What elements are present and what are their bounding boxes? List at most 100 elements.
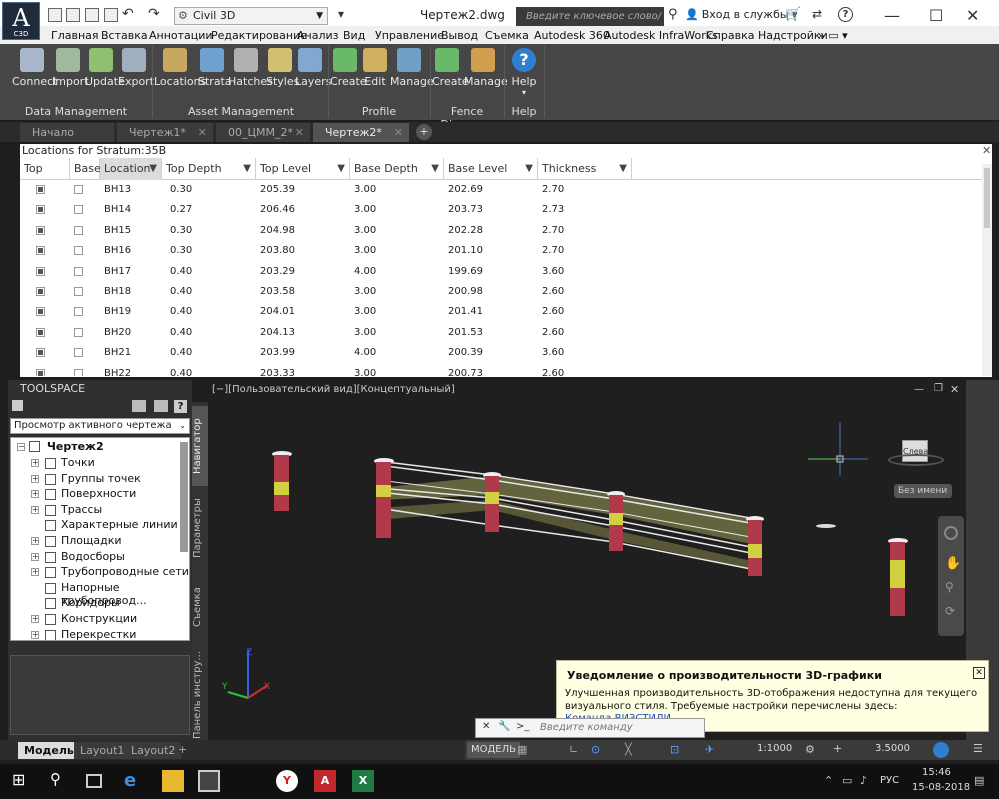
layers-button[interactable]: Layers (295, 48, 331, 94)
menu-item[interactable]: Аннотации (149, 29, 213, 42)
table-row[interactable]: BH18 0.40 203.58 3.00 200.98 2.60 (20, 282, 982, 302)
close-icon[interactable]: ✕ (982, 144, 991, 157)
column-header-thickness[interactable]: Thickness ▼ (538, 158, 632, 180)
tab-drawing2[interactable]: Чертеж2* ✕ (313, 123, 409, 142)
import-button[interactable]: Import (52, 48, 89, 94)
close-icon[interactable]: ✕ (973, 667, 985, 679)
tree-item[interactable]: Площадки (61, 534, 122, 547)
redo-icon[interactable]: ↷ (148, 6, 160, 22)
wrench-icon[interactable]: 🔧 (498, 721, 510, 732)
base-checkbox[interactable] (74, 205, 83, 215)
side-tab-toolbox[interactable]: Панель инстру... (192, 650, 208, 740)
close-icon[interactable]: ✕ (198, 123, 207, 142)
menu-item[interactable]: Съемка (485, 29, 529, 42)
menu-item[interactable]: Autodesk InfraWorks (604, 29, 718, 42)
table-row[interactable]: BH22 0.40 203.33 3.00 200.73 2.60 (20, 364, 982, 376)
task-view-icon[interactable] (86, 774, 102, 788)
hardware-acceleration-icon[interactable] (933, 742, 949, 758)
update-button[interactable]: Update (85, 48, 125, 94)
gear-icon[interactable]: ⚙ (805, 743, 815, 756)
help-button[interactable]: ? Help ▾ (508, 48, 540, 97)
filter-icon[interactable]: ▼ (243, 158, 251, 180)
table-row[interactable]: BH19 0.40 204.01 3.00 201.41 2.60 (20, 302, 982, 322)
expand-icon[interactable]: + (31, 505, 39, 514)
dynucs-icon[interactable]: ⊡ (670, 743, 679, 756)
expand-icon[interactable]: + (31, 459, 39, 467)
new-icon[interactable] (48, 8, 62, 22)
column-header-base[interactable]: Base (70, 158, 101, 180)
help-icon[interactable]: ? (174, 400, 187, 413)
locations-button[interactable]: Locations (154, 48, 206, 94)
annotation-icon[interactable]: ✈ (705, 743, 714, 756)
tree-item[interactable]: Перекрестки (61, 628, 136, 640)
filter-icon[interactable]: ▼ (337, 158, 345, 180)
menu-item[interactable]: Autodesk 360 (534, 29, 610, 42)
login-button[interactable]: 👤 Вход в службы ▾ (685, 8, 798, 21)
fence-manage-button[interactable]: Manage (464, 48, 508, 94)
tab-start[interactable]: Начало (20, 123, 114, 142)
profile-manage-button[interactable]: Manage (390, 48, 434, 94)
strata-button[interactable]: Strata (198, 48, 232, 94)
viewcube-ring[interactable] (888, 454, 944, 466)
menu-overflow-icon[interactable]: » ▭ ▾ (818, 29, 848, 42)
toolspace-options-icon[interactable] (12, 400, 23, 411)
menu-item[interactable]: Главная (51, 29, 99, 42)
tree-scrollbar[interactable] (180, 442, 188, 552)
annotation-scale[interactable]: 1:1000 (757, 743, 792, 754)
filter-icon[interactable]: ▼ (525, 158, 533, 180)
filter-icon[interactable]: ▼ (149, 158, 157, 180)
search-input[interactable]: Введите ключевое слово/фразу (516, 7, 664, 41)
table-row[interactable]: BH21 0.40 203.99 4.00 200.39 3.60 (20, 343, 982, 363)
minimize-button[interactable]: — (884, 6, 900, 25)
undo-icon[interactable]: ↶ (122, 6, 134, 22)
tab-model[interactable]: Модель (18, 742, 80, 759)
column-header-location[interactable]: Location ▼ (100, 158, 162, 180)
app-logo[interactable]: A C3D (2, 2, 40, 40)
navigation-bar[interactable]: ✋ ⚲ ⟳ (938, 516, 964, 636)
tree-item[interactable]: Трубопроводные сети (61, 565, 189, 578)
open-icon[interactable] (66, 8, 80, 22)
clock-time[interactable]: 15:46 (922, 767, 951, 778)
side-tab-survey[interactable]: Съемка (192, 572, 208, 642)
tab-layout1[interactable]: Layout1 (74, 742, 131, 759)
collapse-icon[interactable]: − (17, 443, 25, 451)
tree-item[interactable]: Точки (61, 456, 95, 469)
base-checkbox[interactable] (74, 246, 83, 256)
menu-item[interactable]: Вывод (441, 29, 478, 42)
hierarchy-icon[interactable] (132, 400, 146, 412)
tree-item[interactable]: Группы точек (61, 472, 141, 485)
menu-item[interactable]: Редактирование (211, 29, 307, 42)
snap-icon[interactable]: ∟ (569, 743, 578, 756)
close-icon[interactable]: ✕ (482, 721, 490, 732)
cart-icon[interactable]: 🛒 (785, 7, 801, 22)
tree-item[interactable]: Характерные линии (61, 518, 178, 531)
styles-button[interactable]: Styles (266, 48, 299, 94)
explorer-icon[interactable] (162, 770, 184, 792)
windows-start-icon[interactable]: ⊞ (12, 770, 34, 792)
column-header-top-depth[interactable]: Top Depth ▼ (162, 158, 256, 180)
top-checkbox[interactable] (36, 246, 45, 256)
notifications-icon[interactable]: ▤ (974, 774, 984, 787)
tree-item[interactable]: Трассы (61, 503, 102, 516)
top-checkbox[interactable] (36, 327, 45, 337)
top-checkbox[interactable] (36, 348, 45, 358)
ortho-icon[interactable]: ⊙ (591, 743, 600, 756)
menu-item[interactable]: Анализ (297, 29, 339, 42)
connect-button[interactable]: Connect (12, 48, 57, 94)
base-checkbox[interactable] (74, 307, 83, 317)
add-layout-button[interactable]: + (178, 743, 187, 756)
base-checkbox[interactable] (74, 287, 83, 296)
grid-icon[interactable]: ▦ (517, 743, 527, 756)
clock-date[interactable]: 15-08-2018 (912, 782, 970, 793)
elevation-value[interactable]: 3.5000 (875, 743, 910, 754)
table-row[interactable]: BH13 0.30 205.39 3.00 202.69 2.70 (20, 180, 982, 200)
column-header-base-level[interactable]: Base Level ▼ (444, 158, 538, 180)
fence-create-button[interactable]: Create (432, 48, 469, 94)
store-icon[interactable] (198, 770, 220, 792)
volume-icon[interactable]: ♪ (860, 774, 867, 787)
command-input[interactable]: Введите команду (540, 722, 633, 733)
tree-item[interactable]: Поверхности (61, 487, 136, 500)
top-checkbox[interactable] (36, 185, 45, 194)
zoom-icon[interactable]: ⚲ (945, 580, 954, 594)
help-icon[interactable]: ? (838, 7, 853, 22)
